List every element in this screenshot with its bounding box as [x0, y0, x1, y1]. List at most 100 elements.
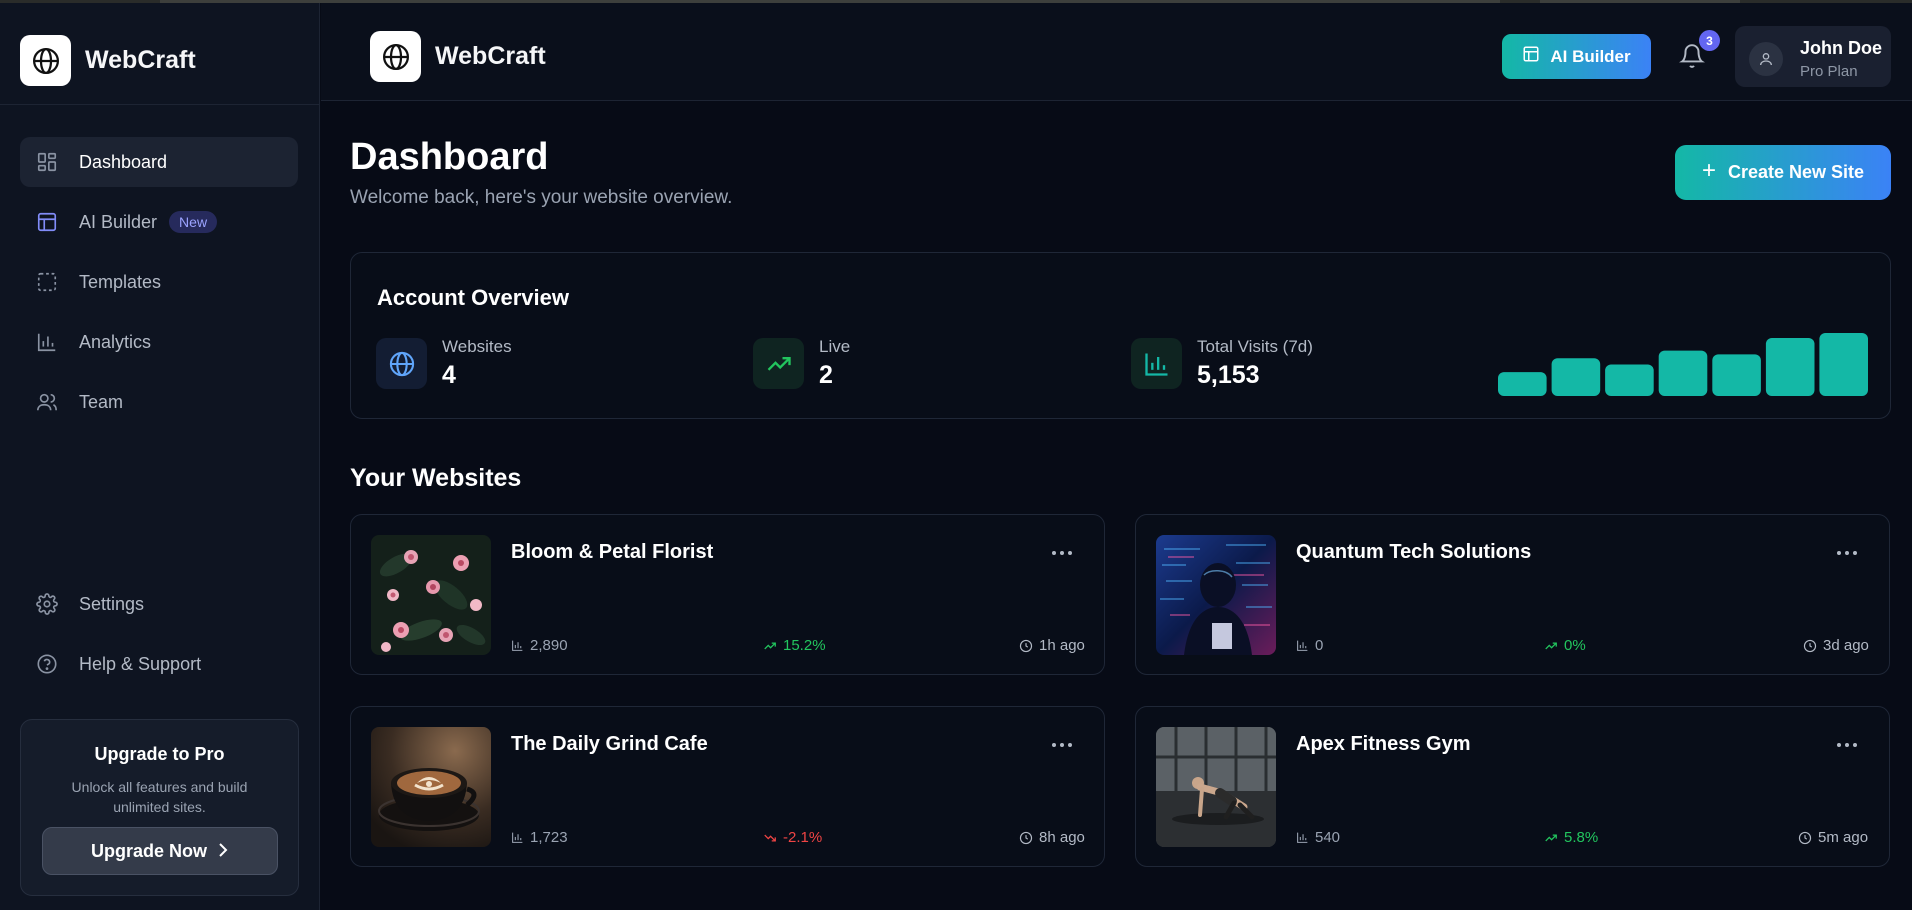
mini-chart-bar — [1658, 350, 1708, 396]
brand-name: WebCraft — [435, 42, 546, 70]
sidebar-item-ai-builder[interactable]: AI Builder New — [20, 197, 298, 247]
change-indicator: 0% — [1544, 637, 1586, 654]
dashboard-icon — [35, 150, 59, 174]
last-updated: 1h ago — [1019, 637, 1085, 654]
header-brand[interactable]: WebCraft — [370, 31, 546, 82]
globe-icon — [376, 338, 427, 389]
sidebar-brand[interactable]: WebCraft — [20, 35, 196, 86]
bar-chart-icon — [35, 330, 59, 354]
mini-chart-bar — [1498, 372, 1547, 396]
trending-down-icon — [764, 834, 776, 842]
visits-value: 1,723 — [530, 829, 568, 846]
website-name: Bloom & Petal Florist — [511, 541, 714, 563]
updated-value: 8h ago — [1039, 829, 1085, 846]
upgrade-now-button[interactable]: Upgrade Now — [42, 827, 278, 875]
trending-up-icon — [1545, 833, 1557, 841]
bar-chart-icon — [1297, 832, 1308, 843]
sidebar-item-settings[interactable]: Settings — [20, 579, 298, 629]
avatar — [1749, 42, 1783, 76]
visits-value: 2,890 — [530, 637, 568, 654]
more-options-icon[interactable] — [1831, 541, 1863, 565]
website-card[interactable]: Bloom & Petal Florist 2,890 15.2% 1h ago — [350, 514, 1105, 675]
sidebar-item-label: Help & Support — [79, 653, 202, 674]
more-options-icon[interactable] — [1046, 541, 1078, 565]
create-button-label: Create New Site — [1727, 162, 1865, 182]
visits-count: 2,890 — [511, 637, 568, 654]
new-badge: New — [169, 211, 218, 233]
sidebar-item-label: Team — [79, 391, 124, 412]
trending-up-icon — [753, 338, 804, 389]
sidebar-item-analytics[interactable]: Analytics — [20, 317, 298, 367]
stat-label: Live — [819, 337, 851, 356]
florist-thumbnail — [371, 535, 491, 655]
sidebar-item-label: Templates — [79, 271, 162, 292]
notification-count-badge: 3 — [1699, 30, 1720, 51]
mini-chart-bar — [1712, 354, 1761, 396]
mini-chart-bar — [1819, 333, 1868, 396]
globe-logo-icon — [370, 31, 421, 82]
upgrade-title: Upgrade to Pro — [94, 744, 225, 764]
clock-icon — [1019, 639, 1033, 652]
change-value: 15.2% — [783, 637, 826, 654]
sidebar-item-label: Settings — [79, 593, 145, 614]
visits-count: 540 — [1296, 829, 1340, 846]
website-name: The Daily Grind Cafe — [511, 733, 708, 755]
sidebar-item-label: Analytics — [79, 331, 152, 352]
stat-live: Live 2 — [753, 337, 850, 390]
divider — [0, 104, 320, 105]
coffee-thumbnail — [371, 727, 491, 847]
sidebar-item-team[interactable]: Team — [20, 377, 298, 427]
website-card[interactable]: Quantum Tech Solutions 0 0% 3d ago — [1135, 514, 1890, 675]
change-value: 0% — [1564, 637, 1586, 654]
change-indicator: 5.8% — [1544, 829, 1598, 846]
updated-value: 5m ago — [1818, 829, 1869, 846]
website-card[interactable]: The Daily Grind Cafe 1,723 -2.1% 8h ago — [350, 706, 1105, 867]
ai-builder-button[interactable]: AI Builder — [1502, 34, 1651, 79]
clock-icon — [1019, 831, 1033, 844]
last-updated: 5m ago — [1798, 829, 1868, 846]
stat-value: 5,153 — [1197, 361, 1260, 389]
section-title: Your Websites — [350, 464, 522, 492]
bar-chart-icon — [1131, 338, 1182, 389]
stat-value: 2 — [819, 361, 833, 389]
more-options-icon[interactable] — [1046, 733, 1078, 757]
sidebar-item-dashboard[interactable]: Dashboard — [20, 137, 298, 187]
layout-icon — [1522, 45, 1540, 68]
website-name: Apex Fitness Gym — [1296, 733, 1471, 755]
user-name: John Doe — [1800, 38, 1883, 58]
layout-icon — [35, 210, 59, 234]
mini-chart-bar — [1765, 338, 1815, 396]
page-subtitle: Welcome back, here's your website overvi… — [350, 187, 733, 208]
trending-up-icon — [1545, 641, 1557, 649]
sidebar-item-label: Dashboard — [79, 151, 168, 172]
clock-icon — [1798, 831, 1812, 844]
user-menu[interactable]: John Doe Pro Plan — [1735, 26, 1891, 87]
visits-mini-chart — [1498, 333, 1868, 396]
stat-label: Total Visits (7d) — [1197, 337, 1313, 356]
upgrade-card: Upgrade to Pro Unlock all features and b… — [20, 719, 299, 896]
change-indicator: 15.2% — [763, 637, 826, 654]
create-new-site-button[interactable]: + Create New Site — [1675, 145, 1891, 200]
sidebar-item-help[interactable]: Help & Support — [20, 639, 298, 689]
visits-count: 1,723 — [511, 829, 568, 846]
stat-total-visits: Total Visits (7d) 5,153 — [1131, 337, 1313, 390]
website-name: Quantum Tech Solutions — [1296, 541, 1532, 563]
clock-icon — [1803, 639, 1817, 652]
upgrade-description: Unlock all features and build unlimited … — [71, 779, 248, 815]
change-value: -2.1% — [783, 829, 823, 846]
more-options-icon[interactable] — [1831, 733, 1863, 757]
sidebar-item-templates[interactable]: Templates — [20, 257, 298, 307]
visits-value: 0 — [1315, 637, 1324, 654]
help-circle-icon — [35, 652, 59, 676]
stat-value: 4 — [442, 361, 456, 389]
gear-icon — [35, 592, 59, 616]
upgrade-button-label: Upgrade Now — [90, 840, 207, 861]
ai-builder-label: AI Builder — [1550, 46, 1631, 66]
mini-chart-bar — [1605, 364, 1654, 396]
page-title: Dashboard — [350, 136, 549, 178]
overview-title: Account Overview — [377, 285, 569, 310]
website-card[interactable]: Apex Fitness Gym 540 5.8% 5m ago — [1135, 706, 1890, 867]
change-indicator: -2.1% — [763, 829, 822, 846]
stat-websites: Websites 4 — [376, 337, 512, 390]
change-value: 5.8% — [1564, 829, 1599, 846]
